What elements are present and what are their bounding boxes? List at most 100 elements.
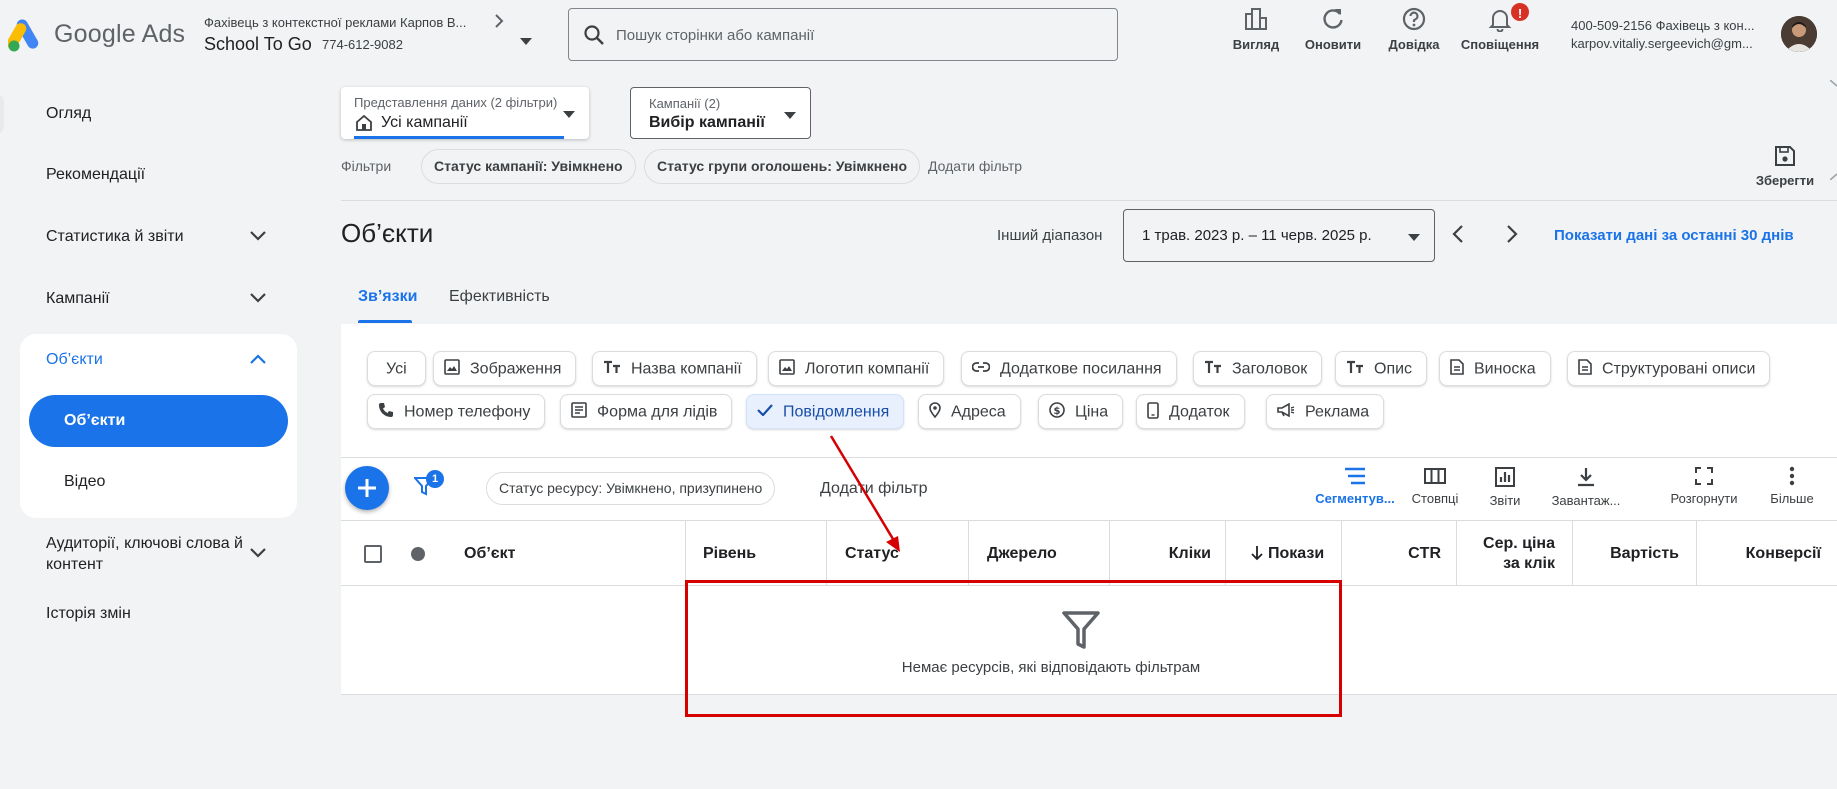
column-divider [1341, 520, 1342, 585]
user-account-name[interactable]: 400-509-2156 Фахівець з кон... [1571, 18, 1767, 33]
chip-label: Заголовок [1232, 360, 1308, 378]
type-chip-business-logo[interactable]: Логотип компанії [768, 351, 945, 386]
save-button[interactable]: Зберегти [1740, 145, 1830, 188]
column-header-impressions[interactable]: Покази [1268, 545, 1324, 563]
sidebar-item-overview[interactable]: Огляд [46, 105, 91, 123]
chevron-up-icon[interactable] [250, 354, 266, 364]
column-divider [1225, 520, 1226, 585]
sidebar-subitem-assets[interactable]: Об’єкти [64, 412, 125, 430]
type-chip-structured-snippets[interactable]: Структуровані описи [1567, 351, 1771, 386]
tab-performance[interactable]: Ефективність [449, 288, 550, 306]
sidebar-item-reports[interactable]: Статистика й звіти [46, 228, 184, 246]
chevron-left-icon[interactable] [1452, 224, 1464, 244]
sort-arrow-down-icon[interactable] [1251, 545, 1263, 561]
top-bar: Google Ads Фахівець з контекстної реклам… [0, 0, 1837, 72]
add-filter-button[interactable]: Додати фільтр [820, 480, 928, 498]
add-filter-link[interactable]: Додати фільтр [928, 158, 1022, 174]
notifications-button[interactable]: ! Сповіщення [1455, 1, 1545, 56]
type-chip-sitelink[interactable]: Додаткове посилання [961, 351, 1177, 386]
type-chip-business-name[interactable]: Назва компанії [592, 351, 757, 386]
type-chip-lead-form[interactable]: Форма для лідів [560, 394, 733, 429]
home-icon [355, 115, 373, 131]
sidebar-item-change-history[interactable]: Історія змін [46, 605, 131, 623]
download-button[interactable]: Завантаж... [1541, 466, 1631, 508]
type-chip-phone[interactable]: Номер телефону [367, 394, 546, 429]
sidebar-subitem-video[interactable]: Відео [64, 473, 105, 491]
chevron-down-icon[interactable] [250, 293, 266, 303]
more-button[interactable]: Більше [1747, 466, 1837, 506]
column-header-source[interactable]: Джерело [987, 545, 1057, 563]
type-chip-app[interactable]: Додаток [1136, 394, 1245, 429]
column-header-status[interactable]: Статус [845, 545, 899, 563]
search-box[interactable]: Пошук сторінки або кампанії [568, 8, 1118, 61]
chevron-down-icon[interactable] [250, 548, 266, 558]
chevron-right-icon[interactable] [1506, 224, 1518, 244]
date-range-picker[interactable]: 1 трав. 2023 р. – 11 черв. 2025 р. [1123, 209, 1435, 262]
dropdown-arrow-icon [784, 112, 796, 119]
column-header-clicks[interactable]: Кліки [1167, 545, 1211, 563]
type-chip-all[interactable]: Усі [367, 351, 426, 386]
type-chip-callout[interactable]: Виноска [1439, 351, 1551, 386]
column-divider [1109, 520, 1110, 585]
save-icon [1740, 145, 1830, 167]
refresh-button[interactable]: Оновити [1288, 6, 1378, 56]
type-chip-price[interactable]: $ Ціна [1038, 394, 1124, 429]
search-input[interactable]: Пошук сторінки або кампанії [616, 27, 814, 44]
date-range-value: 1 трав. 2023 р. – 11 черв. 2025 р. [1142, 227, 1372, 244]
chevron-down-icon[interactable] [250, 231, 266, 241]
svg-text:$: $ [1054, 406, 1061, 417]
expand-icon [1659, 466, 1749, 486]
sidebar-item-campaigns[interactable]: Кампанії [46, 290, 110, 308]
tab-associations[interactable]: Зв’язки [358, 288, 417, 306]
column-header-avg-cpc[interactable]: Сер. ціна за клік [1468, 534, 1555, 574]
sidebar-item-assets[interactable]: Об’єкти [46, 351, 103, 369]
user-email[interactable]: karpov.vitaliy.sergeevich@gm... [1571, 36, 1767, 51]
sidebar-item-recommendations[interactable]: Рекомендації [46, 166, 145, 184]
campaign-label: Кампанії (2) [649, 96, 721, 111]
type-chip-promotion[interactable]: Реклама [1266, 394, 1385, 429]
type-chip-images[interactable]: Зображення [433, 351, 577, 386]
refresh-label: Оновити [1304, 37, 1362, 52]
type-chip-description[interactable]: Опис [1335, 351, 1428, 386]
column-header-cost[interactable]: Вартість [1591, 545, 1679, 563]
last-30-days-link[interactable]: Показати дані за останні 30 днів [1554, 227, 1794, 244]
segment-button[interactable]: Сегментув... [1310, 466, 1400, 506]
chevron-right-icon[interactable] [494, 14, 504, 28]
segment-icon [1310, 466, 1400, 486]
date-range-label: Інший діапазон [997, 227, 1103, 244]
account-name[interactable]: Фахівець з контекстної реклами Карпов В.… [204, 15, 489, 30]
chip-label: Додаток [1169, 403, 1230, 421]
sidebar-edge-handle[interactable] [0, 94, 4, 134]
help-button[interactable]: Довідка [1369, 6, 1459, 56]
filter-chip-adgroup-status[interactable]: Статус групи оголошень: Увімкнено [644, 149, 921, 184]
select-all-checkbox[interactable] [364, 545, 382, 563]
column-header-level[interactable]: Рівень [703, 545, 756, 563]
sidebar-item-audiences[interactable]: Аудиторії, ключові слова й контент [46, 533, 246, 575]
google-ads-logo-icon[interactable] [8, 18, 46, 52]
filter-chip-resource-status[interactable]: Статус ресурсу: Увімкнено, призупинено [486, 472, 776, 505]
add-asset-button[interactable] [345, 466, 389, 510]
account-dropdown-icon[interactable] [520, 38, 532, 45]
column-header-conversions[interactable]: Конверсії [1726, 545, 1821, 563]
text-icon [1204, 360, 1222, 374]
column-header-asset[interactable]: Об’єкт [464, 545, 515, 563]
type-chip-headline[interactable]: Заголовок [1193, 351, 1323, 386]
type-chip-message[interactable]: Повідомлення [746, 394, 905, 429]
annotation-highlight-box [685, 580, 1342, 717]
scrollbar-edge[interactable] [1830, 80, 1837, 180]
expand-button[interactable]: Розгорнути [1659, 466, 1749, 506]
column-divider [1696, 520, 1697, 585]
filter-chip-campaign-status[interactable]: Статус кампанії: Увімкнено [421, 149, 636, 184]
data-view-underline [354, 136, 564, 139]
status-dot-icon[interactable] [411, 547, 425, 561]
app-title[interactable]: Google Ads [54, 20, 185, 49]
campaign-dropdown[interactable]: Кампанії (2) Вибір кампанії [630, 87, 811, 139]
type-chip-location[interactable]: Адреса [918, 394, 1021, 429]
campaign-value: Вибір кампанії [649, 114, 765, 131]
column-header-ctr[interactable]: CTR [1377, 545, 1441, 563]
bell-icon [1455, 6, 1545, 32]
reports-button[interactable]: Звіти [1460, 466, 1550, 508]
data-view-dropdown[interactable]: Представлення даних (2 фільтри) Усі камп… [341, 87, 589, 139]
account-subaccount[interactable]: School To Go [204, 34, 312, 55]
avatar[interactable] [1781, 16, 1817, 52]
